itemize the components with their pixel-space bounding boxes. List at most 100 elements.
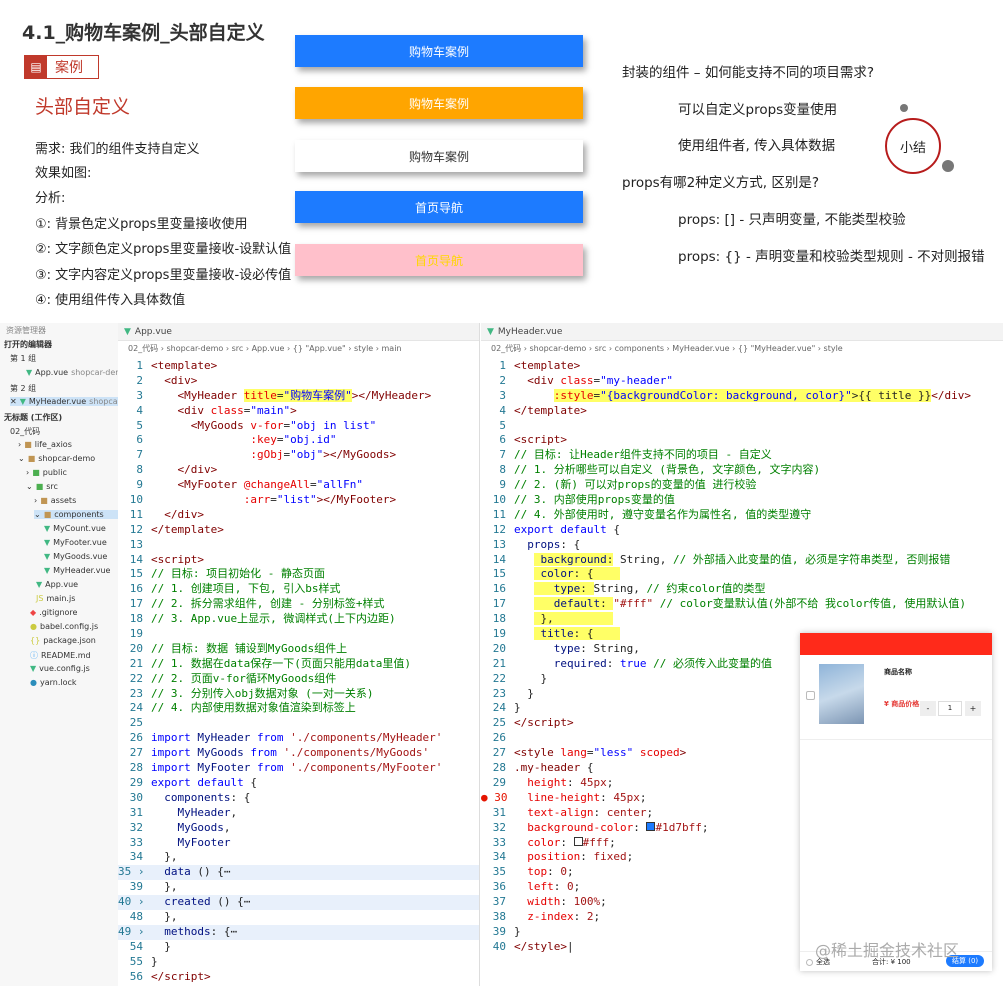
folder-src[interactable]: ⌄ ■ src (26, 482, 58, 491)
vue-file-icon: ▼ (19, 397, 26, 406)
folder-components[interactable]: ⌄ ■ components (34, 510, 118, 519)
file-vueconfig[interactable]: ▼ vue.config.js (30, 664, 90, 673)
question-line: 封装的组件 – 如何能支持不同的项目需求? (622, 65, 874, 81)
explorer-sidebar: 资源管理器 打开的编辑器 第 1 组 ▼ App.vue shopcar-demo … (0, 323, 128, 986)
item-checkbox[interactable] (806, 691, 815, 700)
folder-life-axios[interactable]: › ■ life_axios (18, 440, 72, 449)
tab-app-vue[interactable]: ▼ App.vue (124, 327, 172, 337)
demo-header-blue: 购物车案例 (295, 35, 583, 67)
workspace-header[interactable]: 无标题 (工作区) (4, 412, 62, 423)
close-icon[interactable]: ✕ (10, 397, 17, 406)
editor-tab-bar: ▼ MyHeader.vue (481, 323, 1003, 341)
vue-file-icon: ▼ (487, 326, 494, 337)
product-name: 商品名称 (884, 668, 912, 676)
breadcrumb[interactable]: 02_代码 › shopcar-demo › src › App.vue › {… (118, 341, 479, 355)
open-file-myheader[interactable]: ✕ ▼ MyHeader.vue shopcar... (10, 397, 128, 406)
divider (800, 739, 992, 740)
left-line: ④: 使用组件传入具体数值 (35, 293, 186, 308)
file-mycount[interactable]: ▼ MyCount.vue (44, 524, 106, 533)
document-icon: ▤ (25, 56, 47, 78)
file-myheader[interactable]: ▼ MyHeader.vue (44, 566, 110, 575)
vue-file-icon: ▼ (26, 368, 33, 377)
folder-icon: ■ (32, 468, 40, 477)
folder-public[interactable]: › ■ public (26, 468, 67, 477)
case-tag: ▤ 案例 (24, 55, 99, 79)
file-yarnlock[interactable]: ● yarn.lock (30, 678, 77, 687)
folder-shopcar[interactable]: ⌄ ■ shopcar-demo (18, 454, 95, 463)
vue-file-icon: ▼ (124, 326, 131, 337)
json-icon: {} (30, 636, 41, 645)
left-line: ①: 背景色定义props里变量接收使用 (35, 217, 248, 232)
editor-app-vue[interactable]: ▼ App.vue 02_代码 › shopcar-demo › src › Ap… (118, 323, 480, 986)
folder-icon: ■ (35, 482, 44, 491)
vue-file-icon: ▼ (44, 552, 51, 561)
demo-header-white: 购物车案例 (295, 140, 583, 172)
decor-dot (900, 104, 908, 112)
js-file-icon: JS (36, 594, 44, 603)
file-package[interactable]: {} package.json (30, 636, 96, 645)
file-myfooter[interactable]: ▼ MyFooter.vue (44, 538, 107, 547)
tab-myheader-vue[interactable]: ▼ MyHeader.vue (487, 327, 562, 337)
file-main[interactable]: JS main.js (36, 594, 75, 603)
left-line: ②: 文字颜色定义props里变量接收-设默认值 (35, 242, 292, 257)
code-area[interactable]: 1 <template> 2 <div> 3 <MyHeader title="购… (118, 359, 479, 984)
summary-badge: 小结 (885, 118, 941, 174)
group-1: 第 1 组 (10, 354, 37, 363)
editor-tab-bar: ▼ App.vue (118, 323, 479, 341)
explorer-title: 资源管理器 (6, 326, 46, 335)
chevron-right-icon: › (26, 468, 30, 477)
open-editors-header[interactable]: 打开的编辑器 (4, 339, 52, 350)
qty-minus-button[interactable]: - (920, 701, 936, 716)
file-mygoods[interactable]: ▼ MyGoods.vue (44, 552, 107, 561)
case-tag-label: 案例 (55, 60, 83, 76)
folder-assets[interactable]: › ■ assets (34, 496, 76, 505)
folder-icon: ■ (40, 496, 48, 505)
answer-line: props: [] - 只声明变量, 不能类型校验 (678, 212, 906, 228)
chevron-right-icon: › (34, 496, 38, 505)
vue-file-icon: ▼ (44, 538, 51, 547)
watermark: @稀土掘金技术社区 (815, 941, 960, 960)
answer-line: 可以自定义props变量使用 (678, 102, 838, 118)
section-title: 4.1_购物车案例_头部自定义 (22, 22, 265, 44)
info-icon: ⓘ (30, 651, 38, 660)
decor-dot (942, 160, 954, 172)
file-babel[interactable]: ● babel.config.js (30, 622, 98, 631)
answer-line: props: {} - 声明变量和校验类型规则 - 不对则报错 (678, 249, 985, 265)
select-all-checkbox[interactable] (806, 959, 813, 966)
qty-plus-button[interactable]: + (965, 701, 981, 716)
babel-icon: ● (30, 622, 37, 631)
left-line: ③: 文字内容定义props里变量接收-设必传值 (35, 268, 292, 283)
qty-input[interactable]: 1 (938, 701, 962, 716)
git-icon: ◆ (30, 608, 37, 617)
vue-file-icon: ▼ (36, 580, 43, 589)
open-file-app[interactable]: ▼ App.vue shopcar-demo (26, 368, 128, 377)
vue-file-icon: ▼ (30, 664, 37, 673)
cart-preview-header (800, 633, 992, 655)
demo-header-nav-blue: 首页导航 (295, 191, 583, 223)
chevron-down-icon: ⌄ (26, 482, 33, 491)
cart-preview: 商品名称 ¥ 商品价格 - 1 + 全选 合计: ¥ 100 结算 (0) (800, 633, 992, 971)
chevron-right-icon: › (18, 440, 22, 449)
vue-file-icon: ▼ (44, 566, 51, 575)
folder-icon: ■ (43, 510, 52, 519)
file-gitignore[interactable]: ◆ .gitignore (30, 608, 77, 617)
chevron-down-icon: ⌄ (34, 510, 41, 519)
product-price: ¥ 商品价格 (884, 700, 920, 708)
folder-icon: ■ (24, 440, 32, 449)
demo-header-nav-pink: 首页导航 (295, 244, 583, 276)
folder-icon: ■ (27, 454, 36, 463)
product-image (819, 664, 864, 724)
file-app[interactable]: ▼ App.vue (36, 580, 78, 589)
chevron-down-icon: ⌄ (18, 454, 25, 463)
question-line: props有哪2种定义方式, 区别是? (622, 175, 820, 191)
slide-heading: 头部自定义 (35, 96, 131, 118)
breadcrumb[interactable]: 02_代码 › shopcar-demo › src › components … (481, 341, 1003, 355)
answer-line: 使用组件者, 传入具体数据 (678, 138, 836, 154)
group-2: 第 2 组 (10, 384, 37, 393)
file-readme[interactable]: ⓘ README.md (30, 650, 91, 661)
folder-code[interactable]: 02_代码 (10, 426, 40, 437)
yarn-icon: ● (30, 678, 37, 687)
demo-header-orange: 购物车案例 (295, 87, 583, 119)
left-line: 效果如图: (35, 166, 92, 181)
left-line: 需求: 我们的组件支持自定义 (35, 142, 200, 157)
